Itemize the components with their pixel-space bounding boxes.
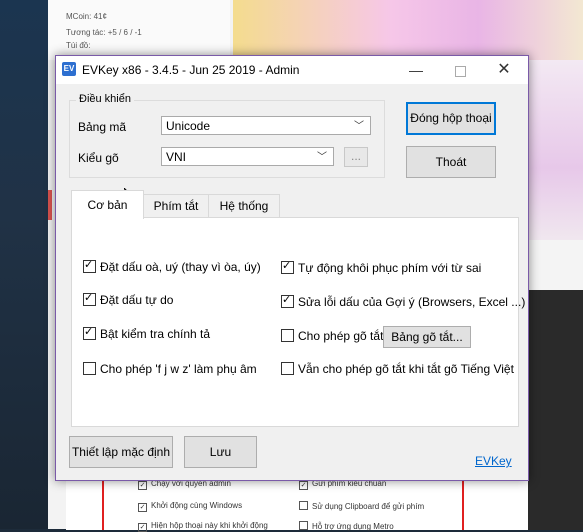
option-checkbox[interactable]: Vẫn cho phép gõ tắt khi tắt gõ Tiếng Việ… [281,362,514,376]
title-bar[interactable]: EV EVKey x86 - 3.4.5 - Jun 25 2019 - Adm… [56,56,528,84]
checkbox-checked-icon [83,291,96,306]
checkbox-unchecked-icon [281,329,294,342]
maximize-button[interactable] [438,56,482,84]
checkbox-checked-icon [83,325,96,340]
option-checkbox[interactable]: Đặt dấu tự do [83,291,173,307]
checkbox-checked-icon [83,258,96,273]
tab-system[interactable]: Hệ thống [208,194,280,218]
charset-select[interactable]: Unicode ﹀ [161,116,371,135]
minimize-button[interactable]: — [394,56,438,84]
anime-side-image [528,60,583,240]
input-method-options-button[interactable]: ... [344,147,368,167]
exit-button[interactable]: Thoát [406,146,496,178]
mcoin-text: MCoin: 41¢ [66,12,107,21]
control-group [69,100,385,178]
chevron-down-icon: ﹀ [354,121,364,132]
charset-label: Bảng mã [78,120,127,134]
bg-option: ✓ Hiện hộp thoại này khi khởi động [138,521,268,532]
option-checkbox[interactable]: Sửa lỗi dấu của Gợi ý (Browsers, Excel .… [281,293,525,309]
interaction-text: Tương tác: +5 / 6 / -1 [66,28,142,37]
bg-option: ✓ Khởi động cùng Windows [138,501,243,512]
anime-banner-image [233,0,583,60]
reset-defaults-button[interactable]: Thiết lập mặc định [69,436,173,468]
option-checkbox[interactable]: Bật kiểm tra chính tả [83,325,210,341]
option-checkbox[interactable]: Tự động khôi phục phím với từ sai [281,259,481,275]
maximize-icon [454,65,466,77]
evkey-dialog: EV EVKey x86 - 3.4.5 - Jun 25 2019 - Adm… [55,55,529,481]
option-checkbox[interactable]: Đặt dấu oà, uý (thay vì òa, úy) [83,258,261,274]
input-method-value: VNI [166,150,187,164]
close-dialog-button[interactable]: Đóng hộp thoại [406,102,496,135]
checkbox-checked-icon [281,293,294,308]
checkbox-unchecked-icon [83,362,96,375]
red-marker [48,190,52,220]
option-checkbox[interactable]: Cho phép gõ tắt [281,329,383,343]
dark-sidebar-panel [528,290,583,530]
save-button[interactable]: Lưu [184,436,257,468]
evkey-link[interactable]: EVKey [475,454,512,468]
shortcut-table-button[interactable]: Bảng gõ tắt... [383,326,471,348]
checkbox-unchecked-icon [281,362,294,375]
evkey-app-icon: EV [62,62,76,76]
basic-tab-panel [71,217,519,427]
close-button[interactable]: ✕ [482,56,526,84]
window-title: EVKey x86 - 3.4.5 - Jun 25 2019 - Admin [82,63,300,77]
input-method-label: Kiểu gõ [78,151,119,165]
option-checkbox[interactable]: Cho phép 'f j w z' làm phụ âm [83,362,257,376]
charset-value: Unicode [166,119,211,133]
tab-basic[interactable]: Cơ bản [71,190,144,219]
bag-text: Túi đồ: [66,41,91,50]
chevron-down-icon: ﹀ [317,152,327,163]
checkbox-checked-icon [281,259,294,274]
bg-option: Hỗ trợ ứng dụng Metro [299,521,394,531]
control-group-title: Điều khiển [76,93,134,105]
input-method-select[interactable]: VNI ﹀ [161,147,334,166]
forum-user-info: MCoin: 41¢ Tương tác: +5 / 6 / -1 Túi đồ… [48,0,230,60]
bg-option: Sử dụng Clipboard để gửi phím [299,501,424,511]
tab-shortcuts[interactable]: Phím tắt [143,194,209,218]
